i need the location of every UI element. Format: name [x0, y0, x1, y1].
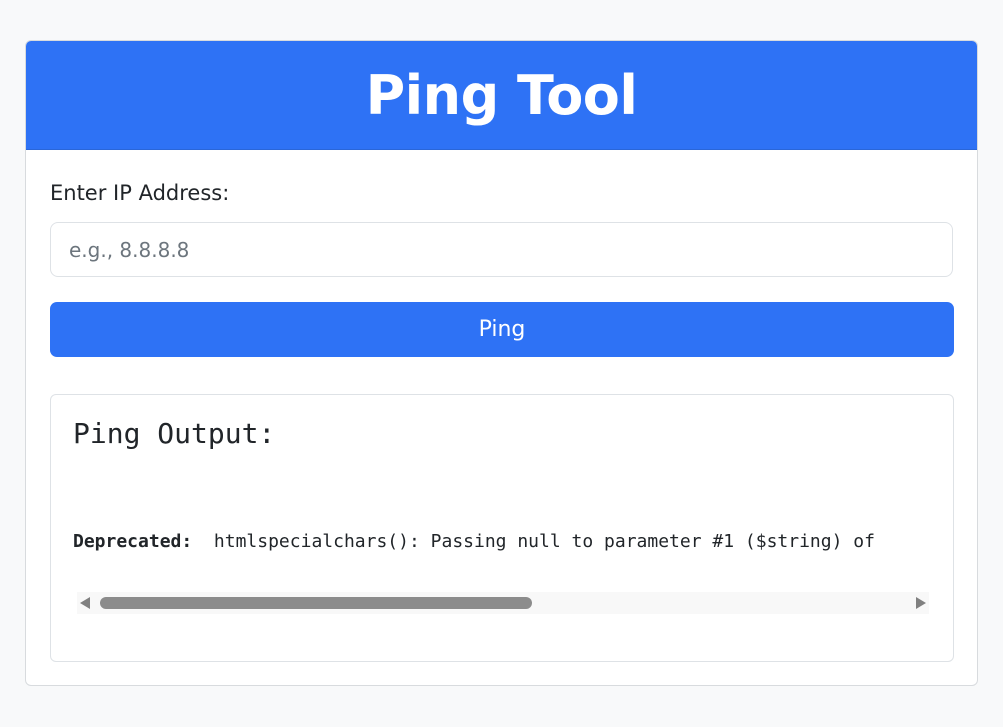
- scroll-thumb[interactable]: [100, 597, 532, 609]
- ip-address-input[interactable]: [50, 222, 953, 277]
- ping-output-panel: Ping Output: Deprecated: htmlspecialchar…: [50, 394, 954, 662]
- card-header: Ping Tool: [26, 41, 977, 150]
- ping-tool-card: Ping Tool Enter IP Address: Ping Ping Ou…: [25, 40, 978, 686]
- scroll-right-arrow-icon[interactable]: [916, 597, 926, 609]
- deprecated-label: Deprecated:: [73, 531, 193, 552]
- deprecated-message: htmlspecialchars(): Passing null to para…: [213, 531, 875, 552]
- output-title: Ping Output:: [73, 417, 276, 450]
- ip-address-label: Enter IP Address:: [50, 181, 230, 205]
- scroll-left-arrow-icon[interactable]: [80, 597, 90, 609]
- page-title: Ping Tool: [365, 63, 638, 127]
- ping-button[interactable]: Ping: [50, 302, 954, 357]
- horizontal-scrollbar[interactable]: [77, 592, 929, 614]
- output-text: Deprecated: htmlspecialchars(): Passing …: [73, 531, 929, 552]
